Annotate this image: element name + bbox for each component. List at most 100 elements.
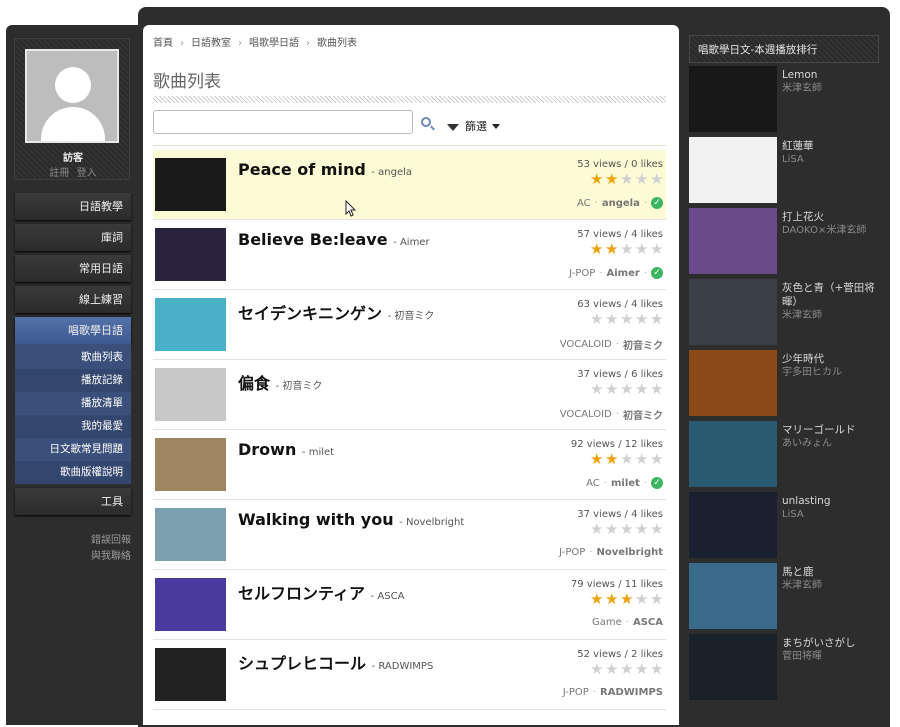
star-icon[interactable]: ★ (635, 522, 648, 537)
song-row[interactable]: Believe Be:leave - Aimer 57 views / 4 li… (153, 220, 666, 290)
star-icon[interactable]: ★ (620, 382, 633, 397)
subnav-play-history[interactable]: 播放記錄 (15, 369, 131, 392)
star-icon[interactable]: ★ (620, 662, 633, 677)
star-icon[interactable]: ★ (635, 242, 648, 257)
sidebar-item-common-phrases[interactable]: 常用日語 (15, 255, 131, 282)
ranking-item[interactable]: 少年時代 宇多田ヒカル (689, 350, 884, 418)
login-link[interactable]: 登入 (77, 168, 97, 179)
search-input[interactable] (153, 110, 413, 134)
ranking-thumbnail[interactable] (689, 563, 777, 629)
search-icon[interactable] (421, 117, 431, 127)
ranking-item[interactable]: 紅蓮華 LiSA (689, 137, 884, 205)
star-icon[interactable]: ★ (650, 592, 663, 607)
star-icon[interactable]: ★ (650, 662, 663, 677)
song-genre[interactable]: VOCALOID (560, 339, 612, 350)
song-title[interactable]: シュプレヒコール - RADWIMPS (238, 650, 433, 674)
subnav-faq[interactable]: 日文歌常見問題 (15, 438, 131, 461)
ranking-item[interactable]: マリーゴールド あいみょん (689, 421, 884, 489)
song-row[interactable]: Walking with you - Novelbright 37 views … (153, 500, 666, 570)
star-icon[interactable]: ★ (605, 452, 618, 467)
star-icon[interactable]: ★ (620, 242, 633, 257)
ranking-title-text[interactable]: unlasting LiSA (782, 494, 882, 522)
star-icon[interactable]: ★ (620, 522, 633, 537)
breadcrumb-classroom[interactable]: 日語教室 (191, 38, 231, 49)
song-singer[interactable]: angela (602, 198, 640, 209)
star-icon[interactable]: ★ (590, 312, 603, 327)
star-icon[interactable]: ★ (590, 662, 603, 677)
song-genre[interactable]: J-POP (563, 687, 589, 698)
ranking-title-text[interactable]: 少年時代 宇多田ヒカル (782, 352, 882, 380)
star-icon[interactable]: ★ (605, 592, 618, 607)
ranking-item[interactable]: 灰色と青（+菅田将暉） 米津玄師 (689, 279, 884, 347)
star-icon[interactable]: ★ (590, 172, 603, 187)
star-icon[interactable]: ★ (590, 522, 603, 537)
ranking-thumbnail[interactable] (689, 634, 777, 700)
song-title[interactable]: Peace of mind - angela (238, 160, 412, 179)
star-icon[interactable]: ★ (635, 452, 648, 467)
ranking-title-text[interactable]: マリーゴールド あいみょん (782, 423, 882, 451)
star-icon[interactable]: ★ (650, 172, 663, 187)
subnav-song-list[interactable]: 歌曲列表 (15, 346, 131, 369)
ranking-title-text[interactable]: まちがいさがし 菅田将暉 (782, 636, 882, 664)
ranking-thumbnail[interactable] (689, 279, 777, 345)
star-icon[interactable]: ★ (605, 522, 618, 537)
sidebar-item-japanese-lessons[interactable]: 日語教學 (15, 193, 131, 220)
song-title[interactable]: 偏食 - 初音ミク (238, 370, 322, 394)
song-singer[interactable]: Aimer (607, 268, 640, 279)
star-icon[interactable]: ★ (590, 592, 603, 607)
ranking-item[interactable]: 打上花火 DAOKO×米津玄師 (689, 208, 884, 276)
subnav-copyright[interactable]: 歌曲版權說明 (15, 461, 131, 484)
subnav-favorites[interactable]: 我的最愛 (15, 415, 131, 438)
song-genre[interactable]: J-POP (559, 547, 585, 558)
star-icon[interactable]: ★ (650, 242, 663, 257)
star-icon[interactable]: ★ (635, 662, 648, 677)
song-thumbnail[interactable] (155, 158, 226, 211)
ranking-title-text[interactable]: 打上花火 DAOKO×米津玄師 (782, 210, 882, 238)
song-thumbnail[interactable] (155, 578, 226, 631)
star-icon[interactable]: ★ (605, 312, 618, 327)
star-icon[interactable]: ★ (650, 312, 663, 327)
ranking-item[interactable]: 馬と鹿 米津玄師 (689, 563, 884, 631)
song-thumbnail[interactable] (155, 368, 226, 421)
breadcrumb-sing[interactable]: 唱歌學日語 (249, 38, 299, 49)
song-singer[interactable]: 初音ミク (623, 407, 663, 422)
subnav-playlist[interactable]: 播放清單 (15, 392, 131, 415)
ranking-thumbnail[interactable] (689, 208, 777, 274)
sidebar-item-vocabulary[interactable]: 庫詞 (15, 224, 131, 251)
filter-button[interactable]: 篩選 (447, 118, 500, 134)
sidebar-item-online-practice[interactable]: 線上練習 (15, 286, 131, 313)
star-icon[interactable]: ★ (590, 242, 603, 257)
song-thumbnail[interactable] (155, 298, 226, 351)
song-singer[interactable]: Novelbright (596, 547, 663, 558)
song-genre[interactable]: Game (592, 617, 622, 628)
star-icon[interactable]: ★ (620, 172, 633, 187)
song-singer[interactable]: milet (611, 478, 640, 489)
song-title[interactable]: Drown - milet (238, 440, 334, 459)
song-row[interactable]: シュプレヒコール - RADWIMPS 52 views / 2 likes ★… (153, 640, 666, 710)
song-title[interactable]: セイデンキニンゲン - 初音ミク (238, 300, 434, 324)
ranking-thumbnail[interactable] (689, 421, 777, 487)
song-row[interactable]: 偏食 - 初音ミク 37 views / 6 likes ★ ★ ★ ★ ★ VOCAL… (153, 360, 666, 430)
breadcrumb-home[interactable]: 首頁 (153, 38, 173, 49)
ranking-title-text[interactable]: 灰色と青（+菅田将暉） 米津玄師 (782, 281, 882, 323)
song-thumbnail[interactable] (155, 508, 226, 561)
song-title[interactable]: セルフロンティア - ASCA (238, 580, 404, 604)
song-genre[interactable]: J-POP (569, 268, 595, 279)
register-link[interactable]: 註冊 (49, 168, 69, 179)
ranking-thumbnail[interactable] (689, 137, 777, 203)
song-thumbnail[interactable] (155, 648, 226, 701)
song-genre[interactable]: VOCALOID (560, 409, 612, 420)
song-row[interactable]: セイデンキニンゲン - 初音ミク 63 views / 4 likes ★ ★ ★ ★… (153, 290, 666, 360)
ranking-item[interactable]: unlasting LiSA (689, 492, 884, 560)
star-icon[interactable]: ★ (650, 522, 663, 537)
star-icon[interactable]: ★ (605, 242, 618, 257)
sidebar-item-sing-japanese[interactable]: 唱歌學日語 (15, 317, 131, 344)
star-icon[interactable]: ★ (605, 172, 618, 187)
star-icon[interactable]: ★ (620, 452, 633, 467)
star-icon[interactable]: ★ (590, 452, 603, 467)
song-thumbnail[interactable] (155, 438, 226, 491)
song-singer[interactable]: ASCA (633, 617, 663, 628)
song-thumbnail[interactable] (155, 228, 226, 281)
song-genre[interactable]: AC (577, 198, 591, 209)
ranking-thumbnail[interactable] (689, 66, 777, 132)
